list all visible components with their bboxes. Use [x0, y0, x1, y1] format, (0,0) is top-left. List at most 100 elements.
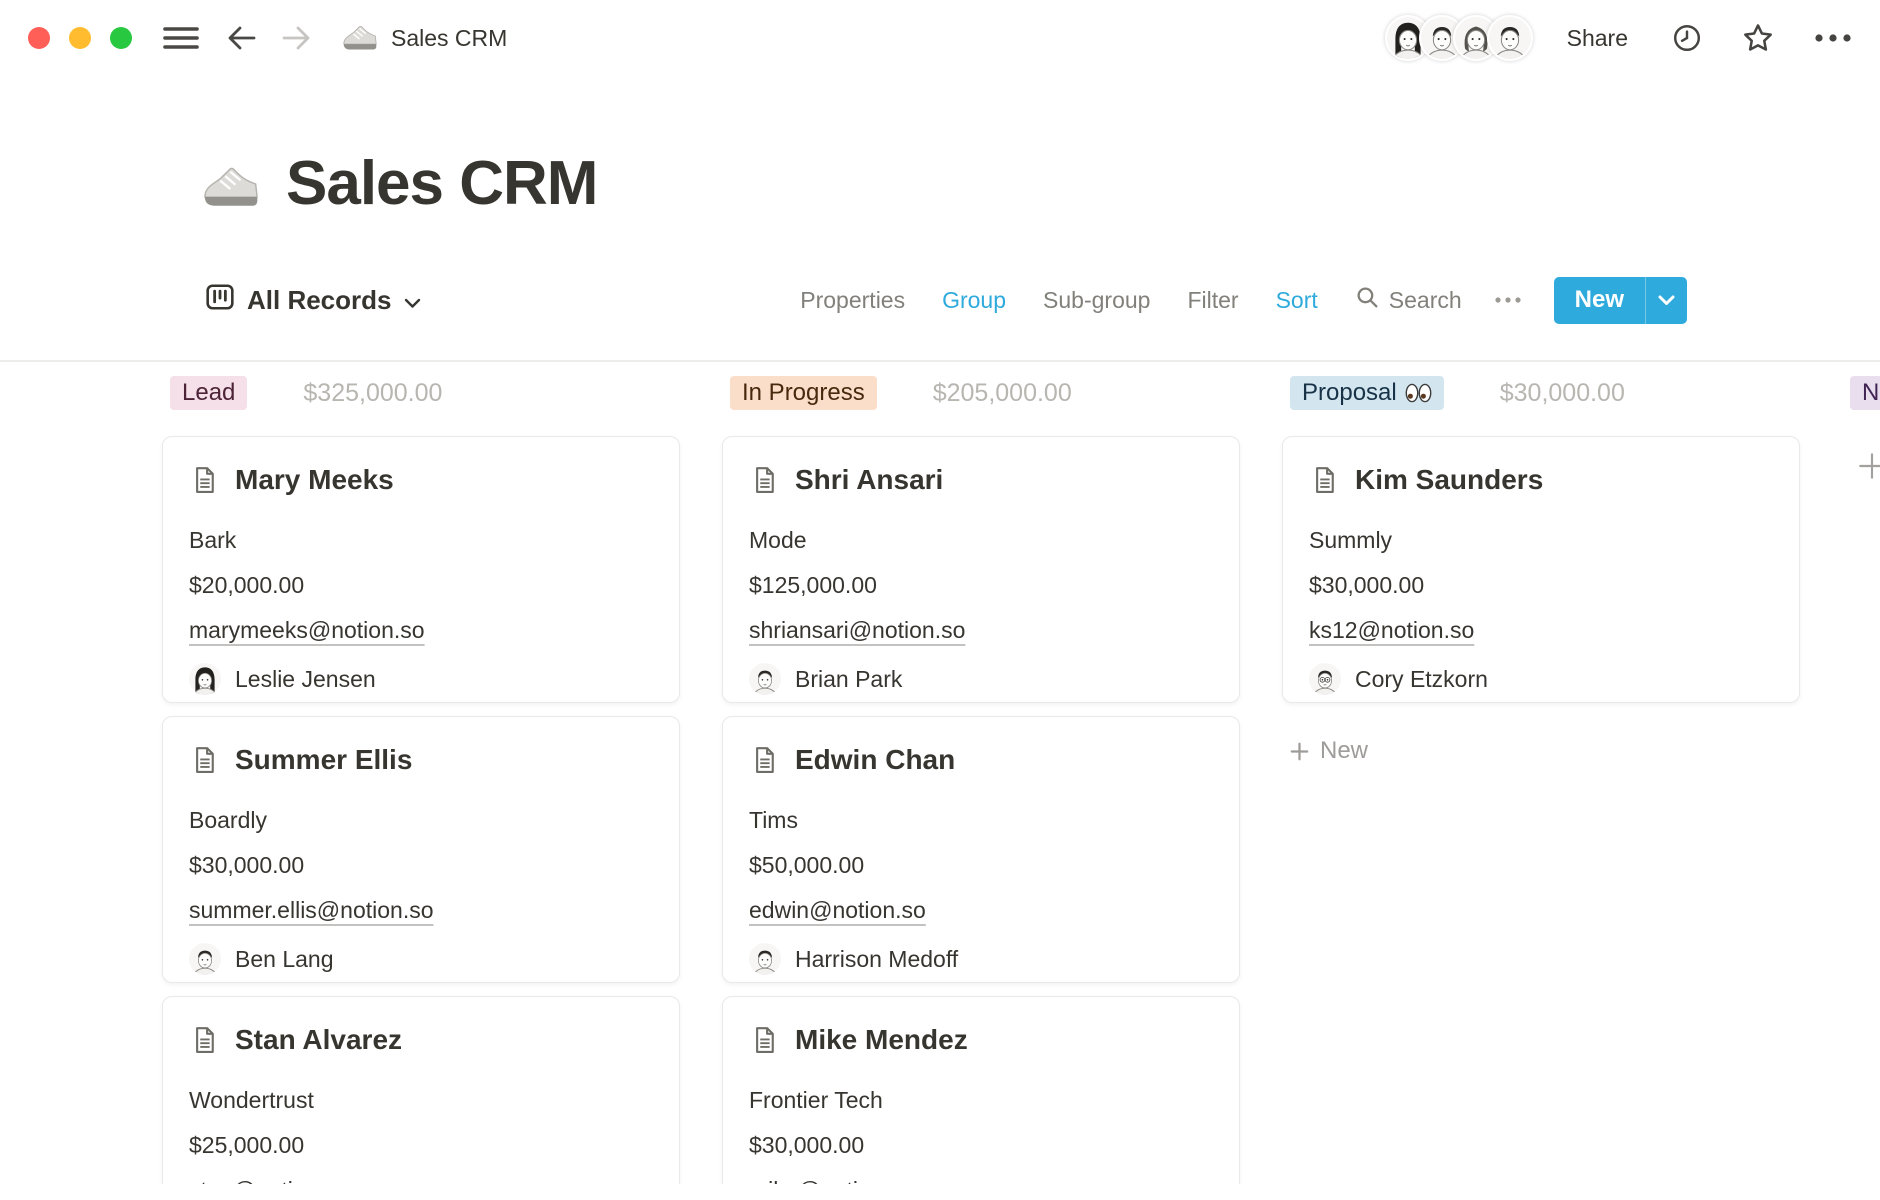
sneaker-icon[interactable]: [202, 155, 260, 213]
page-document-icon: [189, 465, 219, 495]
collaborator-avatars[interactable]: [1385, 15, 1533, 61]
share-button[interactable]: Share: [1567, 25, 1628, 52]
new-record-button[interactable]: New: [1554, 277, 1687, 324]
card-title-row: Summer Ellis: [189, 743, 653, 777]
column-status-label: Lead: [182, 379, 235, 407]
card-title-row: Mary Meeks: [189, 463, 653, 497]
page-document-icon: [749, 745, 779, 775]
card-title-row: Shri Ansari: [749, 463, 1213, 497]
card-email-link[interactable]: marymeeks@notion.so: [189, 617, 425, 643]
search-icon: [1355, 285, 1380, 316]
close-window-button[interactable]: [28, 27, 50, 49]
column-status-badge[interactable]: In Progress: [730, 376, 877, 410]
add-new-card-button[interactable]: New: [1282, 736, 1800, 766]
card-email-link[interactable]: shriansari@notion.so: [749, 617, 965, 643]
card-email-row: marymeeks@notion.so: [189, 617, 653, 643]
card-owner: Harrison Medoff: [749, 942, 1213, 976]
plus-icon: [1290, 742, 1309, 761]
search-button[interactable]: Search: [1355, 285, 1462, 316]
card-owner: Leslie Jensen: [189, 662, 653, 696]
toolbar-item-sort[interactable]: Sort: [1276, 287, 1318, 314]
owner-avatar: [189, 663, 221, 695]
sneaker-icon: [342, 18, 378, 59]
card-title-row: Kim Saunders: [1309, 463, 1773, 497]
zoom-window-button[interactable]: [110, 27, 132, 49]
toolbar-item-filter[interactable]: Filter: [1187, 287, 1238, 314]
column-status-badge[interactable]: N: [1850, 376, 1880, 410]
card-title: Edwin Chan: [795, 744, 955, 776]
board-column-proposal: Proposal$30,000.00 Kim SaundersSummly$30,…: [1282, 376, 1800, 1184]
board: Lead$325,000.00Mary MeeksBark$20,000.00m…: [0, 376, 1880, 1184]
card-company: Tims: [749, 807, 1213, 833]
column-status-label: Proposal: [1302, 379, 1397, 407]
card-email-row: mike@notion.so: [749, 1177, 1213, 1184]
card-email-link[interactable]: ks12@notion.so: [1309, 617, 1474, 643]
view-switcher[interactable]: All Records: [205, 282, 421, 319]
record-card[interactable]: Stan AlvarezWondertrust$25,000.00stan@no…: [162, 996, 680, 1184]
view-toolbar: All Records Properties Group Sub-group Filt…: [0, 276, 1880, 324]
owner-name: Cory Etzkorn: [1355, 666, 1488, 693]
history-clock-icon[interactable]: [1672, 23, 1702, 53]
card-amount: $30,000.00: [749, 1132, 1213, 1158]
board-column-in-progress: In Progress$205,000.00Shri AnsariMode$12…: [722, 376, 1240, 1184]
column-status-badge[interactable]: Lead: [170, 376, 247, 410]
page-header: Sales CRM: [202, 148, 1880, 219]
back-button[interactable]: [226, 24, 258, 52]
card-owner: Ben Lang: [189, 942, 653, 976]
card-owner: Brian Park: [749, 662, 1213, 696]
breadcrumb[interactable]: Sales CRM: [342, 18, 507, 59]
favorite-star-icon[interactable]: [1742, 22, 1774, 54]
card-owner: Cory Etzkorn: [1309, 662, 1773, 696]
record-card[interactable]: Mike Mendez Frontier Tech $30,000.00 mike@n…: [722, 996, 1240, 1184]
toolbar-item-sub-group[interactable]: Sub-group: [1043, 287, 1150, 314]
sidebar-menu-icon[interactable]: [162, 24, 200, 52]
minimize-window-button[interactable]: [69, 27, 91, 49]
page-document-icon: [189, 1025, 219, 1055]
collaborator-avatar[interactable]: [1487, 15, 1533, 61]
new-button-label[interactable]: New: [1554, 277, 1645, 324]
toolbar-divider: [0, 360, 1880, 362]
search-label: Search: [1389, 287, 1462, 314]
new-button-dropdown[interactable]: [1645, 277, 1687, 324]
record-card[interactable]: Summer EllisBoardly$30,000.00summer.elli…: [162, 716, 680, 983]
card-title-row: Edwin Chan: [749, 743, 1213, 777]
card-title: Mary Meeks: [235, 464, 394, 496]
card-email-link[interactable]: stan@notion.so: [189, 1177, 349, 1184]
owner-avatar: [749, 943, 781, 975]
record-card[interactable]: Kim SaundersSummly$30,000.00ks12@notion.…: [1282, 436, 1800, 703]
board-column-lead: Lead$325,000.00Mary MeeksBark$20,000.00m…: [162, 376, 680, 1184]
board-column-partial: N: [1842, 376, 1880, 1184]
card-title-row: Mike Mendez: [749, 1023, 1213, 1057]
card-email-link[interactable]: summer.ellis@notion.so: [189, 897, 434, 923]
card-email-link[interactable]: mike@notion.so: [749, 1177, 914, 1184]
card-title: Shri Ansari: [795, 464, 943, 496]
column-status-badge[interactable]: Proposal: [1290, 376, 1444, 410]
more-options-icon[interactable]: [1814, 32, 1852, 44]
card-email-row: ks12@notion.so: [1309, 617, 1773, 643]
forward-button[interactable]: [280, 24, 312, 52]
card-company: Boardly: [189, 807, 653, 833]
card-amount: $20,000.00: [189, 572, 653, 598]
card-email-row: shriansari@notion.so: [749, 617, 1213, 643]
view-more-icon[interactable]: [1494, 296, 1522, 304]
page-document-icon: [749, 1025, 779, 1055]
card-email-link[interactable]: edwin@notion.so: [749, 897, 926, 923]
card-title: Summer Ellis: [235, 744, 412, 776]
column-header: Proposal$30,000.00: [1282, 376, 1800, 410]
view-name: All Records: [247, 285, 392, 316]
traffic-lights: [28, 27, 132, 49]
page-document-icon: [189, 745, 219, 775]
card-company: Frontier Tech: [749, 1087, 1213, 1113]
card-email-row: summer.ellis@notion.so: [189, 897, 653, 923]
page-title[interactable]: Sales CRM: [286, 148, 597, 219]
toolbar-item-properties[interactable]: Properties: [800, 287, 905, 314]
toolbar-item-group[interactable]: Group: [942, 287, 1006, 314]
record-card[interactable]: Mary Meeks Bark $20,000.00 marymeeks@notion…: [162, 436, 680, 703]
card-amount: $125,000.00: [749, 572, 1213, 598]
owner-avatar: [189, 943, 221, 975]
card-company: Bark: [189, 527, 653, 553]
record-card[interactable]: Shri AnsariMode$125,000.00shriansari@not…: [722, 436, 1240, 703]
page-document-icon: [1309, 465, 1339, 495]
record-card[interactable]: Edwin ChanTims$50,000.00edwin@notion.soH…: [722, 716, 1240, 983]
add-card-plus-icon[interactable]: [1856, 450, 1880, 482]
